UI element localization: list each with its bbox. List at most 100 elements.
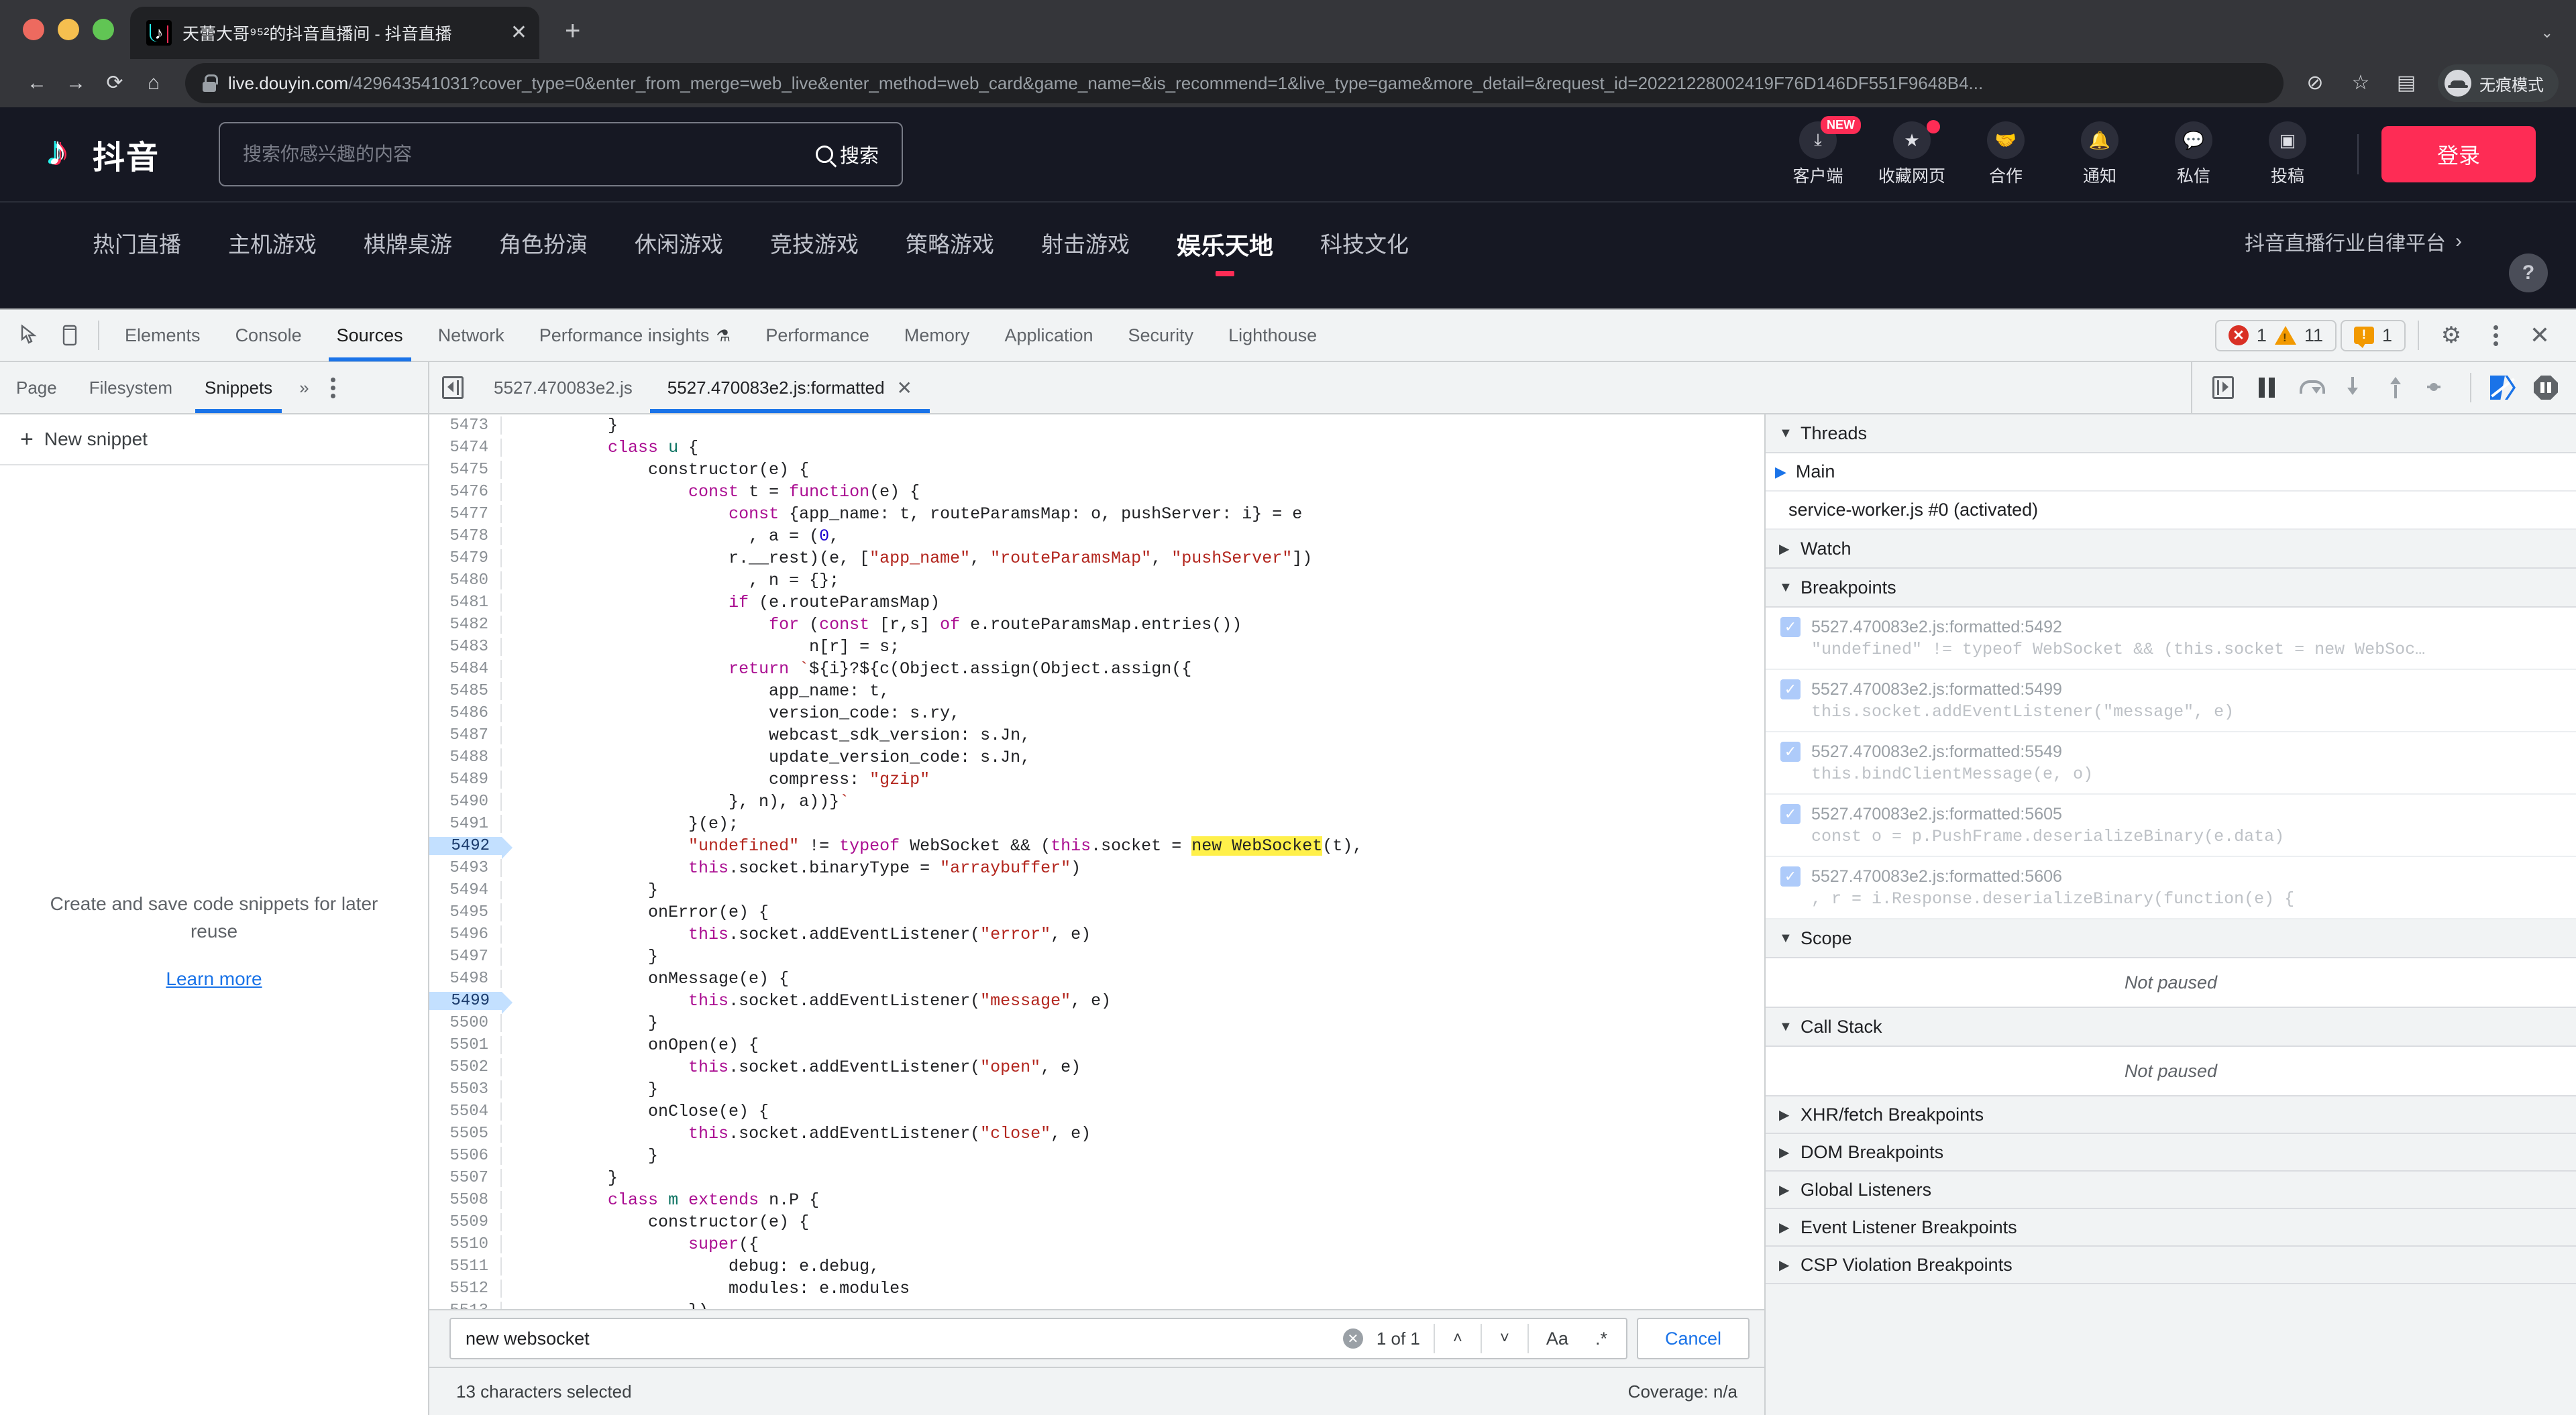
line-number[interactable]: 5506 — [429, 1147, 502, 1165]
line-number[interactable]: 5492 — [429, 837, 513, 859]
nav-item-shooter-games[interactable]: 射击游戏 — [1036, 227, 1135, 274]
threads-section-header[interactable]: ▼ Threads — [1766, 414, 2576, 453]
code-line[interactable]: 5500 } — [429, 1012, 1764, 1034]
navigator-menu-icon[interactable] — [320, 362, 346, 413]
action-client[interactable]: ⤓ NEW 客户端 — [1771, 116, 1865, 187]
code-line[interactable]: 5498 onMessage(e) { — [429, 968, 1764, 990]
action-upload[interactable]: ▣ 投稿 — [2241, 121, 2334, 187]
code-line[interactable]: 5473 } — [429, 414, 1764, 437]
side-panel-icon[interactable]: ▤ — [2387, 64, 2426, 103]
code-line[interactable]: 5477 const {app_name: t, routeParamsMap:… — [429, 503, 1764, 525]
dom-breakpoints-header[interactable]: ▶ DOM Breakpoints — [1766, 1134, 2576, 1172]
code-line[interactable]: 5495 onError(e) { — [429, 901, 1764, 923]
line-number[interactable]: 5511 — [429, 1257, 502, 1276]
self-regulation-platform-link[interactable]: 抖音直播行业自律平台 › — [2245, 227, 2576, 256]
csp-violation-breakpoints-header[interactable]: ▶ CSP Violation Breakpoints — [1766, 1247, 2576, 1284]
nav-item-casual-games[interactable]: 休闲游戏 — [629, 227, 729, 274]
code-line[interactable]: 5507 } — [429, 1167, 1764, 1189]
breakpoint-checkbox[interactable]: ✓ — [1780, 617, 1801, 637]
line-number[interactable]: 5488 — [429, 748, 502, 767]
code-line[interactable]: 5493 this.socket.binaryType = "arraybuff… — [429, 857, 1764, 879]
nav-item-competitive-games[interactable]: 竞技游戏 — [765, 227, 864, 274]
step-over-icon[interactable] — [2290, 368, 2329, 407]
search-input[interactable] — [243, 144, 816, 165]
breakpoint-checkbox[interactable]: ✓ — [1780, 742, 1801, 762]
line-number[interactable]: 5510 — [429, 1235, 502, 1253]
code-line[interactable]: 5479 r.__rest)(e, ["app_name", "routePar… — [429, 547, 1764, 569]
douyin-search-box[interactable]: 搜索 — [219, 122, 904, 186]
code-line[interactable]: 5503 } — [429, 1078, 1764, 1100]
line-number[interactable]: 5505 — [429, 1125, 502, 1143]
code-line[interactable]: 5496 this.socket.addEventListener("error… — [429, 923, 1764, 946]
search-prev-icon[interactable]: ˄ — [1443, 1324, 1472, 1353]
nav-item-console-games[interactable]: 主机游戏 — [223, 227, 322, 274]
close-window-button[interactable] — [23, 19, 44, 40]
nav-item-board-games[interactable]: 棋牌桌游 — [358, 227, 458, 274]
line-number[interactable]: 5508 — [429, 1191, 502, 1209]
breakpoint-item[interactable]: ✓ 5527.470083e2.js:formatted:5499 this.s… — [1766, 670, 2576, 732]
line-number[interactable]: 5491 — [429, 815, 502, 833]
pause-script-icon[interactable] — [2247, 368, 2286, 407]
line-number[interactable]: 5513 — [429, 1302, 502, 1309]
issues-counter[interactable]: ! 1 — [2340, 319, 2406, 351]
code-line[interactable]: 5491 }(e); — [429, 813, 1764, 835]
code-line[interactable]: 5512 modules: e.modules — [429, 1278, 1764, 1300]
code-line[interactable]: 5501 onOpen(e) { — [429, 1034, 1764, 1056]
kebab-menu-icon[interactable] — [2475, 315, 2516, 355]
code-line[interactable]: 5485 app_name: t, — [429, 680, 1764, 702]
line-number[interactable]: 5484 — [429, 660, 502, 678]
code-line[interactable]: 5489 compress: "gzip" — [429, 769, 1764, 791]
device-toolbar-icon[interactable] — [50, 315, 90, 355]
line-number[interactable]: 5486 — [429, 704, 502, 722]
breakpoints-section-header[interactable]: ▼ Breakpoints — [1766, 569, 2576, 608]
line-number[interactable]: 5512 — [429, 1280, 502, 1298]
back-icon[interactable]: ← — [17, 64, 56, 103]
code-line[interactable]: 5492 "undefined" != typeof WebSocket && … — [429, 835, 1764, 859]
nav-tab-page[interactable]: Page — [0, 362, 73, 413]
breakpoint-checkbox[interactable]: ✓ — [1780, 679, 1801, 699]
browser-tab[interactable]: ♪ 天蕾大哥⁹⁵²的抖音直播间 - 抖音直播 ✕ — [130, 7, 539, 59]
breakpoint-item[interactable]: ✓ 5527.470083e2.js:formatted:5492 "undef… — [1766, 608, 2576, 670]
code-line[interactable]: 5505 this.socket.addEventListener("close… — [429, 1123, 1764, 1145]
nav-tab-snippets[interactable]: Snippets — [189, 362, 288, 413]
step-icon[interactable] — [2419, 368, 2458, 407]
chevron-down-icon[interactable]: ⌄ — [2541, 24, 2553, 42]
code-line[interactable]: 5502 this.socket.addEventListener("open"… — [429, 1056, 1764, 1078]
code-line[interactable]: 5481 if (e.routeParamsMap) — [429, 591, 1764, 614]
code-line[interactable]: 5513 }), — [429, 1300, 1764, 1309]
search-next-icon[interactable]: ˅ — [1490, 1324, 1519, 1353]
scope-section-header[interactable]: ▼ Scope — [1766, 919, 2576, 958]
code-line[interactable]: 5511 debug: e.debug, — [429, 1255, 1764, 1278]
thread-main[interactable]: ▶ Main — [1766, 453, 2576, 492]
home-icon[interactable]: ⌂ — [134, 64, 173, 103]
nav-item-tech-culture[interactable]: 科技文化 — [1315, 227, 1414, 274]
line-number[interactable]: 5499 — [429, 992, 513, 1014]
thread-service-worker[interactable]: service-worker.js #0 (activated) — [1766, 492, 2576, 530]
maximize-window-button[interactable] — [93, 19, 114, 40]
new-tab-button[interactable]: + — [565, 17, 580, 44]
line-number[interactable]: 5502 — [429, 1058, 502, 1076]
code-line[interactable]: 5482 for (const [r,s] of e.routeParamsMa… — [429, 614, 1764, 636]
forward-icon[interactable]: → — [56, 64, 95, 103]
tab-application[interactable]: Application — [987, 309, 1110, 361]
pause-on-exceptions-icon[interactable] — [2526, 368, 2565, 407]
code-line[interactable]: 5504 onClose(e) { — [429, 1100, 1764, 1123]
editor-tab-original[interactable]: 5527.470083e2.js — [476, 362, 650, 413]
line-number[interactable]: 5496 — [429, 925, 502, 944]
line-number[interactable]: 5475 — [429, 461, 502, 479]
line-number[interactable]: 5485 — [429, 682, 502, 700]
line-number[interactable]: 5478 — [429, 527, 502, 545]
line-number[interactable]: 5500 — [429, 1014, 502, 1032]
code-line[interactable]: 5483 n[r] = s; — [429, 636, 1764, 658]
tab-performance[interactable]: Performance — [748, 309, 887, 361]
line-number[interactable]: 5493 — [429, 859, 502, 877]
action-bookmark[interactable]: ★ 收藏网页 — [1865, 120, 1959, 187]
new-snippet-button[interactable]: + New snippet — [0, 414, 428, 465]
help-icon[interactable]: ? — [2509, 253, 2548, 292]
code-line[interactable]: 5476 const t = function(e) { — [429, 481, 1764, 503]
line-number[interactable]: 5487 — [429, 726, 502, 744]
cancel-button[interactable]: Cancel — [1636, 1318, 1750, 1359]
code-line[interactable]: 5497 } — [429, 946, 1764, 968]
code-line[interactable]: 5478 , a = (0, — [429, 525, 1764, 547]
line-number[interactable]: 5483 — [429, 638, 502, 656]
